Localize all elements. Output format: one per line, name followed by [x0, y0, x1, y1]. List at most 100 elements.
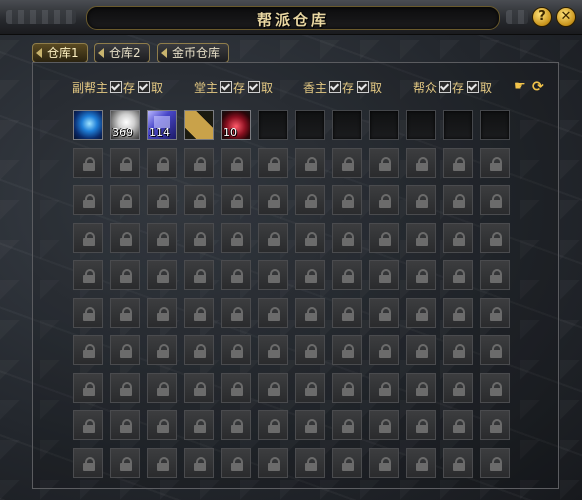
locked-slot[interactable]: [480, 298, 510, 328]
locked-slot[interactable]: [369, 223, 399, 253]
locked-slot[interactable]: [480, 260, 510, 290]
locked-slot[interactable]: [480, 448, 510, 478]
locked-slot[interactable]: [406, 335, 436, 365]
locked-slot[interactable]: [480, 223, 510, 253]
locked-slot[interactable]: [184, 223, 214, 253]
locked-slot[interactable]: [332, 185, 362, 215]
locked-slot[interactable]: [406, 148, 436, 178]
locked-slot[interactable]: [295, 373, 325, 403]
locked-slot[interactable]: [221, 148, 251, 178]
empty-slot[interactable]: [332, 110, 362, 140]
locked-slot[interactable]: [184, 185, 214, 215]
locked-slot[interactable]: [480, 148, 510, 178]
locked-slot[interactable]: [258, 448, 288, 478]
locked-slot[interactable]: [73, 298, 103, 328]
locked-slot[interactable]: [295, 298, 325, 328]
locked-slot[interactable]: [480, 410, 510, 440]
locked-slot[interactable]: [110, 260, 140, 290]
close-button[interactable]: ✕: [556, 7, 576, 27]
locked-slot[interactable]: [184, 373, 214, 403]
locked-slot[interactable]: [73, 223, 103, 253]
silver-ore-item[interactable]: 369: [110, 110, 140, 140]
locked-slot[interactable]: [110, 298, 140, 328]
withdraw-checkbox[interactable]: [138, 81, 151, 93]
locked-slot[interactable]: [221, 260, 251, 290]
locked-slot[interactable]: [332, 260, 362, 290]
locked-slot[interactable]: [258, 148, 288, 178]
locked-slot[interactable]: [184, 335, 214, 365]
locked-slot[interactable]: [184, 260, 214, 290]
locked-slot[interactable]: [221, 185, 251, 215]
tab-warehouse-2[interactable]: 仓库2: [94, 43, 150, 63]
locked-slot[interactable]: [332, 373, 362, 403]
blue-crystal-item[interactable]: 114: [147, 110, 177, 140]
locked-slot[interactable]: [110, 448, 140, 478]
locked-slot[interactable]: [480, 373, 510, 403]
locked-slot[interactable]: [258, 373, 288, 403]
locked-slot[interactable]: [332, 448, 362, 478]
withdraw-checkbox[interactable]: [357, 81, 370, 93]
locked-slot[interactable]: [406, 223, 436, 253]
locked-slot[interactable]: [147, 223, 177, 253]
locked-slot[interactable]: [295, 185, 325, 215]
locked-slot[interactable]: [221, 373, 251, 403]
locked-slot[interactable]: [258, 185, 288, 215]
hand-pointer-icon[interactable]: ☛: [514, 80, 528, 94]
refresh-icon[interactable]: ⟳: [532, 80, 546, 94]
locked-slot[interactable]: [147, 373, 177, 403]
locked-slot[interactable]: [406, 185, 436, 215]
locked-slot[interactable]: [295, 223, 325, 253]
deposit-checkbox[interactable]: [329, 81, 342, 93]
locked-slot[interactable]: [295, 448, 325, 478]
locked-slot[interactable]: [406, 410, 436, 440]
locked-slot[interactable]: [110, 410, 140, 440]
title-bar[interactable]: 帮派仓库 ? ✕: [0, 0, 582, 35]
scroll-item[interactable]: [184, 110, 214, 140]
locked-slot[interactable]: [443, 223, 473, 253]
locked-slot[interactable]: [443, 148, 473, 178]
locked-slot[interactable]: [73, 410, 103, 440]
locked-slot[interactable]: [258, 223, 288, 253]
locked-slot[interactable]: [406, 448, 436, 478]
withdraw-checkbox[interactable]: [467, 81, 480, 93]
withdraw-checkbox[interactable]: [248, 81, 261, 93]
locked-slot[interactable]: [221, 448, 251, 478]
deposit-checkbox[interactable]: [220, 81, 233, 93]
locked-slot[interactable]: [443, 298, 473, 328]
empty-slot[interactable]: [480, 110, 510, 140]
locked-slot[interactable]: [443, 335, 473, 365]
deposit-checkbox[interactable]: [439, 81, 452, 93]
locked-slot[interactable]: [258, 335, 288, 365]
locked-slot[interactable]: [332, 223, 362, 253]
locked-slot[interactable]: [443, 448, 473, 478]
locked-slot[interactable]: [147, 298, 177, 328]
locked-slot[interactable]: [147, 260, 177, 290]
locked-slot[interactable]: [110, 223, 140, 253]
locked-slot[interactable]: [258, 260, 288, 290]
tab-warehouse-1[interactable]: 仓库1: [32, 43, 88, 63]
locked-slot[interactable]: [147, 410, 177, 440]
locked-slot[interactable]: [258, 298, 288, 328]
locked-slot[interactable]: [332, 298, 362, 328]
locked-slot[interactable]: [406, 298, 436, 328]
locked-slot[interactable]: [369, 410, 399, 440]
empty-slot[interactable]: [295, 110, 325, 140]
help-button[interactable]: ?: [532, 7, 552, 27]
locked-slot[interactable]: [73, 185, 103, 215]
locked-slot[interactable]: [295, 260, 325, 290]
locked-slot[interactable]: [332, 335, 362, 365]
locked-slot[interactable]: [73, 373, 103, 403]
locked-slot[interactable]: [369, 448, 399, 478]
locked-slot[interactable]: [443, 410, 473, 440]
locked-slot[interactable]: [332, 148, 362, 178]
locked-slot[interactable]: [480, 335, 510, 365]
locked-slot[interactable]: [406, 260, 436, 290]
locked-slot[interactable]: [147, 148, 177, 178]
locked-slot[interactable]: [369, 373, 399, 403]
deposit-checkbox[interactable]: [110, 81, 123, 93]
empty-slot[interactable]: [369, 110, 399, 140]
locked-slot[interactable]: [369, 335, 399, 365]
locked-slot[interactable]: [369, 148, 399, 178]
locked-slot[interactable]: [221, 223, 251, 253]
empty-slot[interactable]: [443, 110, 473, 140]
